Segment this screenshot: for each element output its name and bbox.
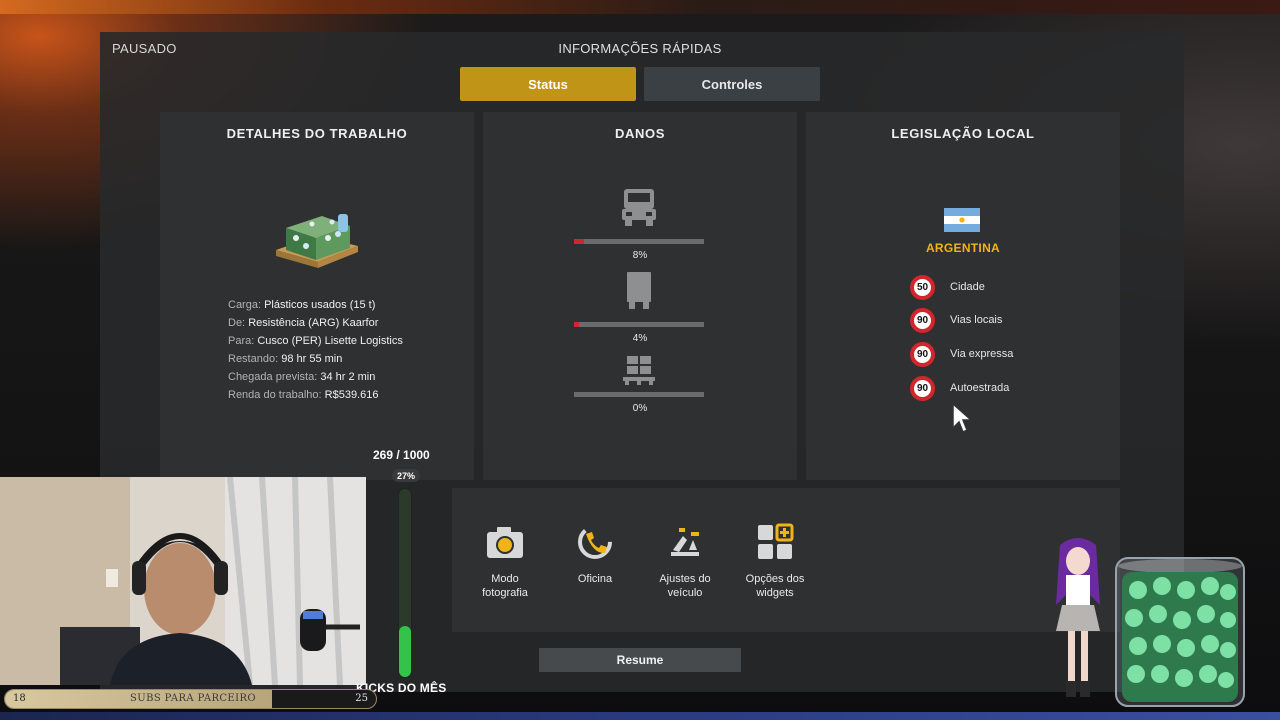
- widgets-icon: [758, 523, 794, 559]
- cargo-value: Plásticos usados (15 t): [264, 299, 376, 311]
- job-details-list: Carga: Plásticos usados (15 t) De: Resis…: [228, 296, 403, 404]
- remaining-value: 98 hr 55 min: [281, 353, 343, 365]
- country-name: ARGENTINA: [925, 241, 1001, 255]
- cargo-damage-pct: 0%: [632, 403, 648, 414]
- anime-avatar-image: [1056, 538, 1100, 697]
- vehicle-adjust-icon: [671, 528, 699, 556]
- truck-icon: [622, 189, 656, 226]
- actions-panel: Modo fotografia Oficina Ajustes do veícu…: [452, 488, 1120, 632]
- tab-status[interactable]: Status: [460, 67, 636, 101]
- cargo-damage-bar: [574, 392, 704, 397]
- streamer-photo: [0, 477, 366, 685]
- camera-icon: [487, 527, 523, 558]
- job-details-title: DETALHES DO TRABALHO: [226, 126, 408, 141]
- trailer-damage-pct: 4%: [632, 333, 648, 344]
- stream-frame-top: [0, 0, 1280, 14]
- subs-goal-label: SUBS PARA PARCEIRO: [130, 693, 257, 704]
- speed-limit-label: Vias locais: [950, 314, 1003, 326]
- eta-value: 34 hr 2 min: [320, 371, 376, 383]
- speed-sign-icon: 90: [910, 341, 935, 367]
- speed-limit-label: Via expressa: [950, 348, 1014, 360]
- trailer-damage-bar: [574, 322, 704, 327]
- workshop-label: Oficina: [577, 573, 613, 585]
- webcam-feed: [0, 477, 366, 685]
- widget-options-label: Opções dos widgets: [745, 573, 805, 599]
- speed-limit-highway: 90 Autoestrada: [910, 375, 1009, 401]
- cargo-boxes-icon: [623, 356, 655, 385]
- speed-sign-icon: 50: [910, 274, 935, 300]
- speed-limit-expressway: 90 Via expressa: [910, 341, 1013, 367]
- stream-frame-bottom: [0, 712, 1280, 720]
- destination-label: Para:: [228, 335, 255, 347]
- destination-value: Cusco (PER) Lisette Logistics: [257, 335, 403, 347]
- speed-limit-label: Autoestrada: [950, 382, 1010, 394]
- truck-damage-fill: [574, 239, 585, 244]
- damage-card: DANOS 8% 4% 0%: [483, 112, 797, 480]
- workshop-phone-icon: [578, 525, 612, 559]
- remaining-label: Restando:: [228, 353, 279, 365]
- tab-controls[interactable]: Controles: [644, 67, 820, 101]
- income-value: R$539.616: [324, 389, 379, 401]
- speed-limit-local-roads: 90 Vias locais: [910, 307, 1002, 333]
- kicks-percent-badge: 27%: [392, 469, 420, 482]
- truck-damage-pct: 8%: [632, 250, 648, 261]
- speed-sign-icon: 90: [910, 307, 935, 333]
- jar-image: [1115, 557, 1245, 707]
- speed-sign-icon: 90: [910, 375, 935, 401]
- eta-label: Chegada prevista:: [228, 371, 318, 383]
- vehicle-settings-label: Ajustes do veículo: [659, 573, 711, 599]
- trailer-icon: [627, 272, 651, 309]
- kicks-count: 269 / 1000: [373, 448, 430, 462]
- trailer-damage-fill: [574, 322, 580, 327]
- subs-progress-bar: 18 SUBS PARA PARCEIRO 25: [4, 689, 377, 709]
- job-details-card: DETALHES DO TRABALHO Carga: Plásticos us…: [160, 112, 474, 480]
- mouse-cursor-icon: [952, 402, 973, 434]
- speed-limit-label: Cidade: [950, 281, 985, 293]
- origin-label: De:: [228, 317, 246, 329]
- truck-damage-bar: [574, 239, 704, 244]
- kicks-progress-bar: [398, 488, 412, 678]
- legislation-title: LEGISLAÇÃO LOCAL: [891, 126, 1035, 141]
- cargo-label: Carga:: [228, 299, 262, 311]
- argentina-flag-icon: [944, 208, 980, 232]
- subs-start-value: 18: [13, 693, 26, 704]
- damage-title: DANOS: [615, 126, 665, 141]
- resume-button[interactable]: Resume: [539, 648, 741, 672]
- origin-value: Resistência (ARG) Kaarfor: [248, 317, 379, 329]
- page-title: INFORMAÇÕES RÁPIDAS: [558, 41, 722, 56]
- photo-mode-label: Modo fotografia: [482, 573, 528, 599]
- income-label: Renda do trabalho:: [228, 389, 322, 401]
- cargo-pallet-icon: [276, 214, 358, 268]
- subs-end-value: 25: [355, 693, 368, 704]
- kicks-progress-fill: [399, 626, 411, 677]
- speed-limit-city: 50 Cidade: [910, 274, 985, 300]
